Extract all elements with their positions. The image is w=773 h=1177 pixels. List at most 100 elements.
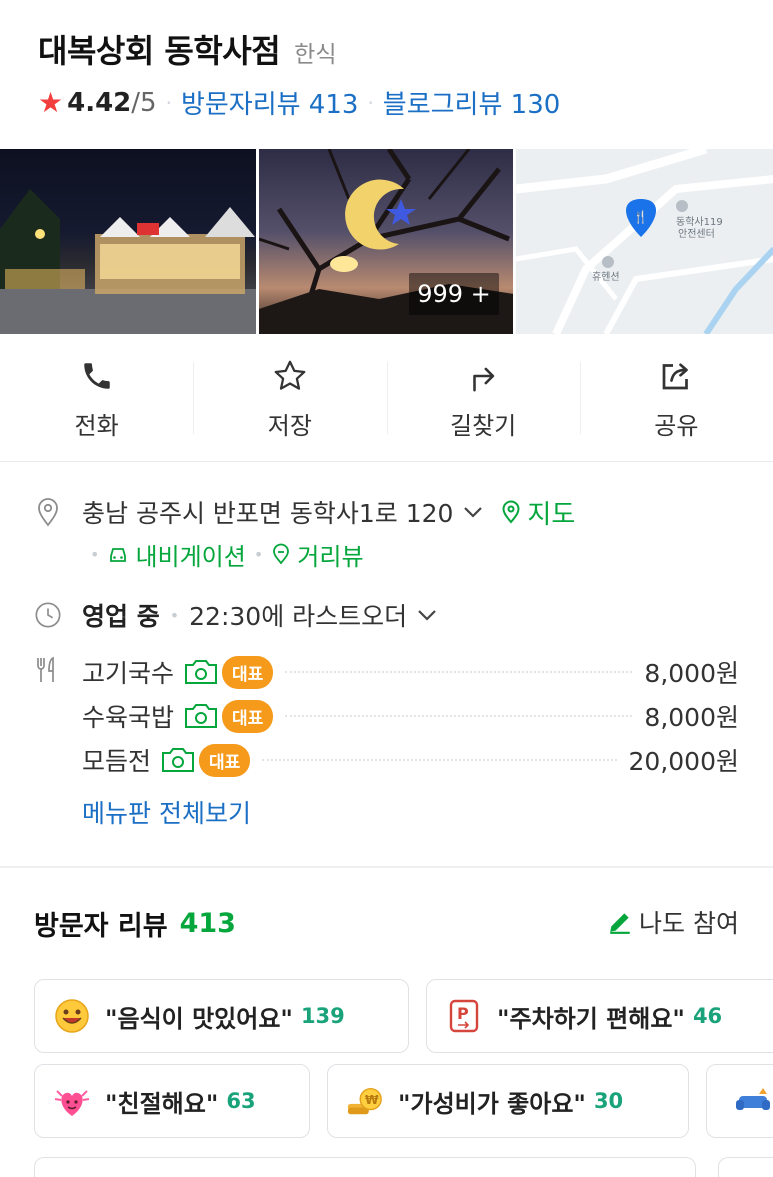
dotted-leader: [285, 671, 633, 673]
coin-icon: ₩: [347, 1087, 382, 1115]
more-photos-badge[interactable]: 999 +: [409, 273, 499, 315]
share-button[interactable]: 공유: [579, 334, 773, 461]
photo-restaurant-night[interactable]: [0, 149, 256, 334]
view-full-menu-link[interactable]: 메뉴판 전체보기: [82, 794, 773, 830]
hours-row[interactable]: 영업 중 • 22:30에 라스트오더: [34, 592, 773, 638]
reviews-count: 413: [179, 908, 236, 939]
visitor-reviews-section: 방문자 리뷰 413 나도 참여 "음식이 맛있어요" 139 P "주차하기 …: [0, 868, 773, 1177]
phone-icon: [83, 363, 110, 389]
fork-knife-icon: [37, 656, 54, 682]
save-label: 저장: [267, 412, 312, 440]
camera-icon[interactable]: [184, 659, 218, 685]
chevron-down-icon[interactable]: [463, 505, 483, 519]
parking-icon: P: [449, 999, 479, 1033]
dotted-leader: [262, 759, 617, 761]
heart-emoji-icon: [54, 1090, 90, 1116]
photo-tree-decoration[interactable]: 999 +: [259, 149, 513, 334]
share-label: 공유: [654, 412, 699, 440]
rating-score: 4.42: [67, 87, 132, 118]
map-label: 동학사119: [676, 216, 723, 228]
directions-icon: [473, 367, 495, 392]
keyword-chip[interactable]: "친절해요" 63: [34, 1064, 310, 1138]
save-button[interactable]: 저장: [193, 334, 386, 461]
separator-dot: ·: [367, 90, 374, 115]
keyword-text: "친절해요": [105, 1089, 219, 1118]
share-icon: [663, 363, 689, 390]
rating-max: /5: [131, 87, 157, 118]
keyword-count: 30: [593, 1089, 624, 1113]
map-pin-icon: [502, 500, 520, 524]
menu-name: 수육국밥: [82, 703, 175, 732]
menu-price: 20,000원: [628, 747, 739, 776]
separator-dot: •: [253, 544, 264, 564]
keyword-chip[interactable]: P "주차하기 편해요" 46: [426, 979, 773, 1053]
signature-badge: 대표: [199, 743, 251, 777]
separator-dot: •: [169, 605, 180, 625]
last-order-text: 22:30에 라스트오더: [189, 602, 408, 631]
map-link[interactable]: 지도: [501, 494, 575, 531]
directions-button[interactable]: 길찾기: [386, 334, 580, 461]
camera-icon[interactable]: [161, 747, 195, 773]
info-section: 충남 공주시 반포면 동학사1로 120 지도 • 내비게이션 • 거리뷰 영업…: [0, 476, 773, 866]
separator-dot: ·: [165, 90, 172, 115]
address-text[interactable]: 충남 공주시 반포면 동학사1로 120: [82, 494, 453, 530]
visitor-reviews-link[interactable]: 방문자리뷰 413: [181, 84, 359, 121]
menu-item[interactable]: 모듬전 대표 20,000원: [34, 738, 773, 782]
keyword-chip-partial[interactable]: [706, 1064, 773, 1138]
menu-name: 모듬전: [82, 747, 152, 776]
place-header: 대복상회 동학사점 한식 ★ 4.42 /5 · 방문자리뷰 413 · 블로그…: [0, 0, 773, 140]
action-bar: 전화 저장 길찾기 공유: [0, 334, 773, 462]
keyword-count: 46: [692, 1004, 723, 1028]
street-view-link[interactable]: 거리뷰: [271, 537, 364, 572]
chevron-down-icon[interactable]: [417, 608, 437, 622]
svg-text:₩: ₩: [365, 1093, 379, 1107]
clock-icon: [35, 602, 61, 628]
signature-badge: 대표: [222, 699, 274, 733]
keyword-chip[interactable]: ₩ "가성비가 좋아요" 30: [327, 1064, 689, 1138]
reviews-title: 방문자 리뷰: [34, 911, 168, 942]
map-link-label: 지도: [527, 499, 576, 530]
keyword-chip-partial[interactable]: [34, 1157, 696, 1177]
map-label: 안전센터: [678, 228, 715, 240]
section-gap: [0, 462, 773, 476]
place-name: 대복상회 동학사점: [38, 32, 281, 70]
keyword-chip-partial[interactable]: [718, 1157, 773, 1177]
address-sub-links: • 내비게이션 • 거리뷰: [82, 534, 773, 574]
address-row: 충남 공주시 반포면 동학사1로 120 지도: [34, 492, 773, 532]
map-label: 휴헨션: [592, 271, 620, 283]
write-review-label: 나도 참여: [639, 909, 739, 938]
menu-name: 고기국수: [82, 659, 175, 688]
keyword-count: 63: [226, 1089, 256, 1113]
star-outline-icon: [274, 360, 306, 390]
menu-list: 고기국수 대표 8,000원 수육국밥 대표 8,000원 모듬전 대표 20,…: [34, 650, 773, 830]
star-filled-icon: ★: [38, 86, 64, 119]
separator-dot: •: [90, 544, 100, 564]
map-thumbnail[interactable]: 동학사119 안전센터 휴헨션 🍴: [516, 149, 773, 334]
keyword-text: "주차하기 편해요": [497, 1004, 685, 1033]
call-button[interactable]: 전화: [0, 334, 193, 461]
location-pin-icon: [38, 498, 58, 527]
svg-text:P: P: [457, 1004, 469, 1023]
reviews-heading: 방문자 리뷰 413: [34, 904, 236, 943]
street-view-pin-icon: [273, 543, 290, 565]
place-category: 한식: [294, 42, 337, 68]
keyword-count: 139: [300, 1004, 345, 1028]
camera-icon[interactable]: [184, 703, 218, 729]
rating-row: ★ 4.42 /5 · 방문자리뷰 413 · 블로그리뷰 130: [38, 84, 773, 121]
blog-reviews-link[interactable]: 블로그리뷰 130: [383, 84, 561, 121]
menu-item[interactable]: 수육국밥 대표 8,000원: [34, 694, 773, 738]
menu-price: 8,000원: [644, 703, 739, 732]
navigation-label: 내비게이션: [135, 542, 246, 571]
menu-item[interactable]: 고기국수 대표 8,000원: [34, 650, 773, 694]
keyword-chip[interactable]: "음식이 맛있어요" 139: [34, 979, 409, 1053]
write-review-button[interactable]: 나도 참여: [607, 904, 739, 940]
keyword-text: "음식이 맛있어요": [105, 1004, 293, 1033]
svg-text:🍴: 🍴: [633, 210, 648, 224]
pencil-icon: [610, 913, 630, 934]
keyword-text: "가성비가 좋아요": [398, 1089, 586, 1118]
navigation-link[interactable]: 내비게이션: [107, 537, 246, 572]
signature-badge: 대표: [222, 655, 274, 689]
photo-strip: 999 + 동학사119 안전센터 휴헨션 🍴: [0, 149, 773, 334]
sofa-icon: [736, 1088, 770, 1110]
street-view-label: 거리뷰: [297, 542, 364, 571]
